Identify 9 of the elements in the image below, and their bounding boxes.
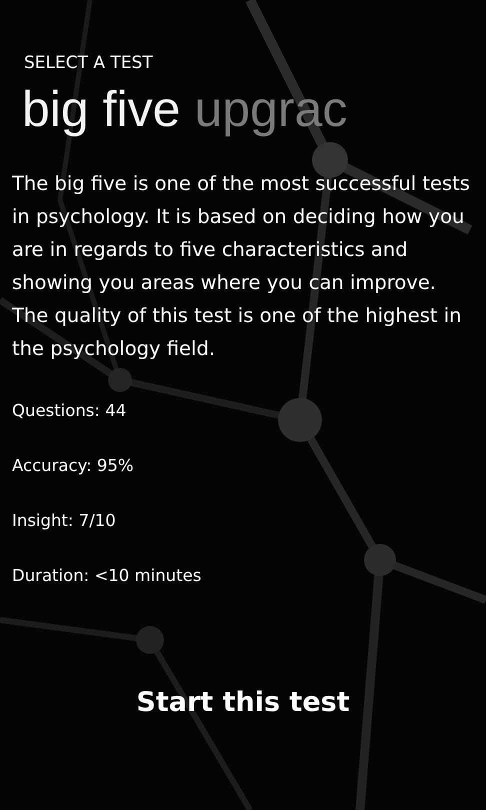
test-stat: Duration: <10 minutes (12, 565, 202, 587)
test-stat: Insight: 7/10 (12, 510, 116, 532)
page-title: SELECT A TEST (24, 53, 153, 73)
test-description: The big five is one of the most successful tests in psychology. It is based on deciding how you are in regards to five characteristics and showing you areas where you can improve. The quality of this test is one of the highest in the psychology field. (12, 171, 471, 362)
test-stat: Questions: 44 (12, 400, 126, 422)
pivot-tab[interactable]: upgrac (194, 77, 348, 141)
start-test-button[interactable]: Start this test (128, 683, 358, 722)
pivot-tab[interactable]: big five (22, 77, 180, 141)
test-stat: Accuracy: 95% (12, 455, 134, 477)
